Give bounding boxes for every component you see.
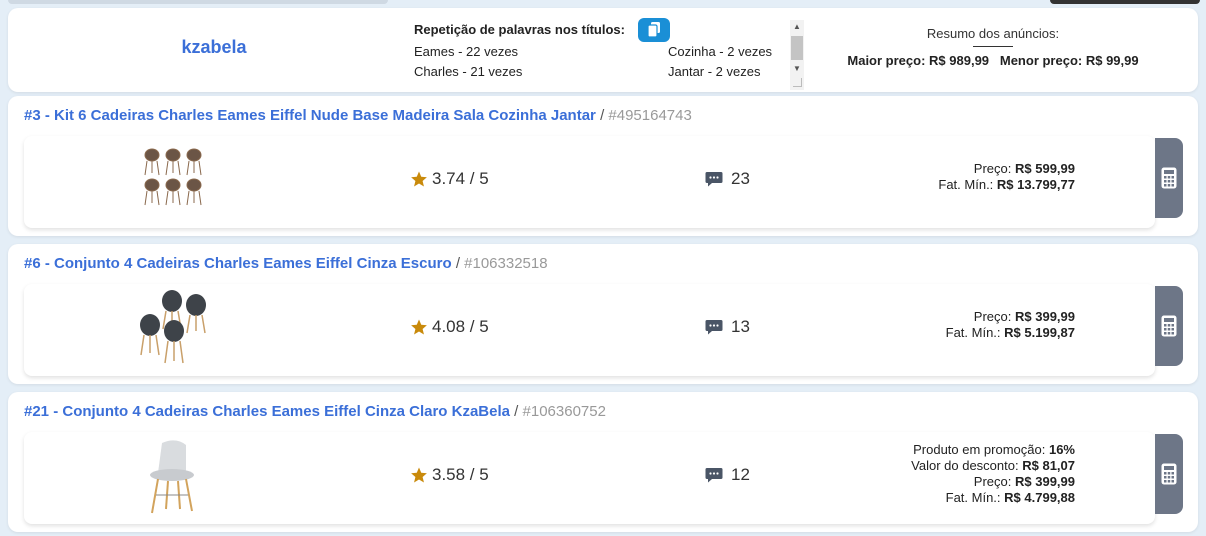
- product-card: #3 - Kit 6 Cadeiras Charles Eames Eiffel…: [8, 96, 1198, 236]
- repeated-word: Cozinha - 2 vezes: [668, 44, 773, 59]
- price-info: Produto em promoção: 16% Valor do descon…: [911, 442, 1075, 506]
- product-title-row: #6 - Conjunto 4 Cadeiras Charles Eames E…: [24, 255, 548, 272]
- rating-value: 3.74 / 5: [432, 169, 489, 188]
- resize-grip-icon[interactable]: [793, 78, 802, 87]
- product-title-link[interactable]: #3 - Kit 6 Cadeiras Charles Eames Eiffel…: [24, 107, 596, 124]
- product-id[interactable]: #106360752: [523, 403, 606, 420]
- min-revenue-value: R$ 4.799,88: [1004, 490, 1075, 505]
- product-comments: 23: [705, 169, 750, 189]
- min-revenue-label: Fat. Mín.:: [945, 490, 1001, 505]
- min-revenue-value: R$ 5.199,87: [1004, 325, 1075, 340]
- product-comments: 12: [705, 465, 750, 485]
- product-rating: 4.08 / 5: [410, 317, 489, 337]
- product-card: #21 - Conjunto 4 Cadeiras Charles Eames …: [8, 392, 1198, 532]
- product-title-link[interactable]: #21 - Conjunto 4 Cadeiras Charles Eames …: [24, 403, 510, 420]
- seller-header-card: kzabela Repetição de palavras nos título…: [8, 8, 1198, 92]
- product-details: 3.74 / 5 23 Preço: R$ 599,99 Fat. Mín.: …: [24, 136, 1155, 228]
- price-info: Preço: R$ 599,99 Fat. Mín.: R$ 13.799,77: [938, 161, 1075, 193]
- top-tab-right: [1050, 0, 1200, 4]
- calculator-button[interactable]: [1155, 286, 1183, 366]
- calculator-icon: [1161, 463, 1177, 485]
- max-price-label: Maior preço:: [847, 53, 926, 68]
- product-card: #6 - Conjunto 4 Cadeiras Charles Eames E…: [8, 244, 1198, 384]
- top-strip: [0, 0, 1206, 6]
- repeated-word: Jantar - 2 vezes: [668, 64, 761, 79]
- min-revenue-label: Fat. Mín.:: [938, 177, 994, 192]
- product-id[interactable]: #106332518: [464, 255, 547, 272]
- discount-value: R$ 81,07: [1022, 458, 1075, 473]
- star-icon: [411, 171, 427, 187]
- top-tab-left: [8, 0, 388, 4]
- seller-name[interactable]: kzabela: [8, 37, 420, 58]
- product-title-link[interactable]: #6 - Conjunto 4 Cadeiras Charles Eames E…: [24, 255, 452, 272]
- star-icon: [411, 467, 427, 483]
- product-title-row: #3 - Kit 6 Cadeiras Charles Eames Eiffel…: [24, 107, 692, 124]
- promo-value: 16%: [1048, 442, 1075, 457]
- comment-icon: [705, 172, 723, 187]
- promo-label: Produto em promoção:: [913, 442, 1046, 457]
- product-image[interactable]: [134, 287, 214, 367]
- price-value: R$ 399,99: [1015, 309, 1075, 324]
- rating-value: 3.58 / 5: [432, 465, 489, 484]
- price-label: Preço:: [973, 309, 1012, 324]
- scroll-thumb[interactable]: [791, 36, 803, 60]
- comment-count: 23: [731, 169, 750, 188]
- product-comments: 13: [705, 317, 750, 337]
- product-image[interactable]: [134, 435, 214, 515]
- calculator-icon: [1161, 315, 1177, 337]
- rating-value: 4.08 / 5: [432, 317, 489, 336]
- price-value: R$ 599,99: [1015, 161, 1075, 176]
- repeated-word: Eames - 22 vezes: [414, 44, 519, 59]
- comment-count: 13: [731, 317, 750, 336]
- word-repetition-title: Repetição de palavras nos títulos:: [414, 22, 625, 37]
- discount-label: Valor do desconto:: [911, 458, 1019, 473]
- calculator-icon: [1161, 167, 1177, 189]
- max-price-value: R$ 989,99: [929, 53, 990, 68]
- calculator-button[interactable]: [1155, 138, 1183, 218]
- min-price-value: R$ 99,99: [1085, 53, 1139, 68]
- star-icon: [411, 319, 427, 335]
- product-details: 4.08 / 5 13 Preço: R$ 399,99 Fat. Mín.: …: [24, 284, 1155, 376]
- min-price-label: Menor preço:: [999, 53, 1083, 68]
- listing-summary: Resumo dos anúncios: Maior preço: R$ 989…: [828, 26, 1158, 68]
- price-value: R$ 399,99: [1015, 474, 1075, 489]
- summary-title: Resumo dos anúncios:: [926, 26, 1060, 41]
- scroll-down-arrow-icon[interactable]: ▼: [790, 62, 804, 76]
- word-list-scrollbar[interactable]: ▲ ▼: [790, 20, 804, 90]
- price-info: Preço: R$ 399,99 Fat. Mín.: R$ 5.199,87: [946, 309, 1075, 341]
- comment-icon: [705, 468, 723, 483]
- min-revenue-value: R$ 13.799,77: [996, 177, 1075, 192]
- min-revenue-label: Fat. Mín.:: [945, 325, 1001, 340]
- summary-divider: [973, 46, 1013, 47]
- summary-prices: Maior preço: R$ 989,99 Menor preço: R$ 9…: [828, 53, 1158, 68]
- price-label: Preço:: [973, 161, 1012, 176]
- word-repetition-box: Repetição de palavras nos títulos: Eames…: [414, 16, 804, 90]
- repeated-word: Charles - 21 vezes: [414, 64, 523, 79]
- product-image[interactable]: [134, 139, 214, 219]
- price-label: Preço:: [973, 474, 1012, 489]
- copy-button[interactable]: [638, 18, 670, 42]
- calculator-button[interactable]: [1155, 434, 1183, 514]
- product-details: 3.58 / 5 12 Produto em promoção: 16% Val…: [24, 432, 1155, 524]
- product-rating: 3.74 / 5: [410, 169, 489, 189]
- copy-icon: [647, 22, 660, 38]
- product-id[interactable]: #495164743: [608, 107, 691, 124]
- scroll-up-arrow-icon[interactable]: ▲: [790, 20, 804, 34]
- product-title-row: #21 - Conjunto 4 Cadeiras Charles Eames …: [24, 403, 606, 420]
- comment-icon: [705, 320, 723, 335]
- comment-count: 12: [731, 465, 750, 484]
- product-rating: 3.58 / 5: [410, 465, 489, 485]
